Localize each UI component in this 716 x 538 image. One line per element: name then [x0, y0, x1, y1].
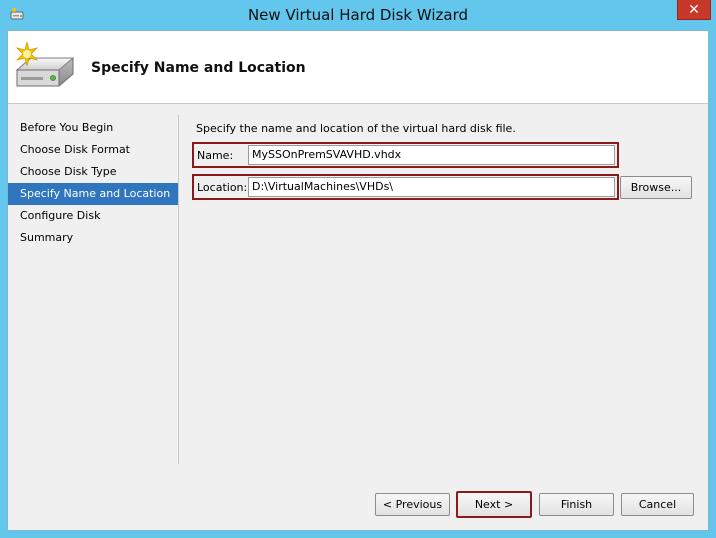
- window-title: New Virtual Hard Disk Wizard: [247, 6, 469, 24]
- nav-item-choose-disk-type[interactable]: Choose Disk Type: [8, 161, 178, 183]
- wizard-step-nav: Before You Begin Choose Disk Format Choo…: [8, 117, 178, 249]
- previous-button[interactable]: < Previous: [375, 493, 450, 516]
- location-label: Location:: [197, 181, 248, 194]
- nav-item-before-you-begin[interactable]: Before You Begin: [8, 117, 178, 139]
- close-button[interactable]: ✕: [677, 0, 711, 20]
- cancel-button[interactable]: Cancel: [621, 493, 694, 516]
- name-input[interactable]: MySSOnPremSVAVHD.vhdx: [248, 145, 615, 165]
- finish-button[interactable]: Finish: [539, 493, 614, 516]
- title-bar: New Virtual Hard Disk Wizard ✕: [0, 0, 716, 30]
- nav-item-choose-disk-format[interactable]: Choose Disk Format: [8, 139, 178, 161]
- page-title: Specify Name and Location: [91, 60, 306, 76]
- name-label: Name:: [197, 149, 234, 162]
- nav-item-summary[interactable]: Summary: [8, 227, 178, 249]
- wizard-client-area: Specify Name and Location Before You Beg…: [7, 30, 709, 531]
- next-button[interactable]: Next >: [456, 491, 532, 518]
- close-icon: ✕: [688, 1, 700, 18]
- step-description: Specify the name and location of the vir…: [196, 122, 516, 135]
- wizard-header: Specify Name and Location: [8, 31, 708, 104]
- new-disk-icon: [11, 40, 77, 94]
- browse-button[interactable]: Browse...: [620, 176, 692, 199]
- nav-item-specify-name-and-location[interactable]: Specify Name and Location: [8, 183, 178, 205]
- location-field-row: Location: D:\VirtualMachines\VHDs\: [192, 174, 619, 200]
- nav-item-configure-disk[interactable]: Configure Disk: [8, 205, 178, 227]
- location-input[interactable]: D:\VirtualMachines\VHDs\: [248, 177, 615, 197]
- nav-divider: [178, 115, 179, 464]
- wizard-window: New Virtual Hard Disk Wizard ✕ Specify N…: [0, 0, 716, 538]
- name-field-row: Name: MySSOnPremSVAVHD.vhdx: [192, 142, 619, 168]
